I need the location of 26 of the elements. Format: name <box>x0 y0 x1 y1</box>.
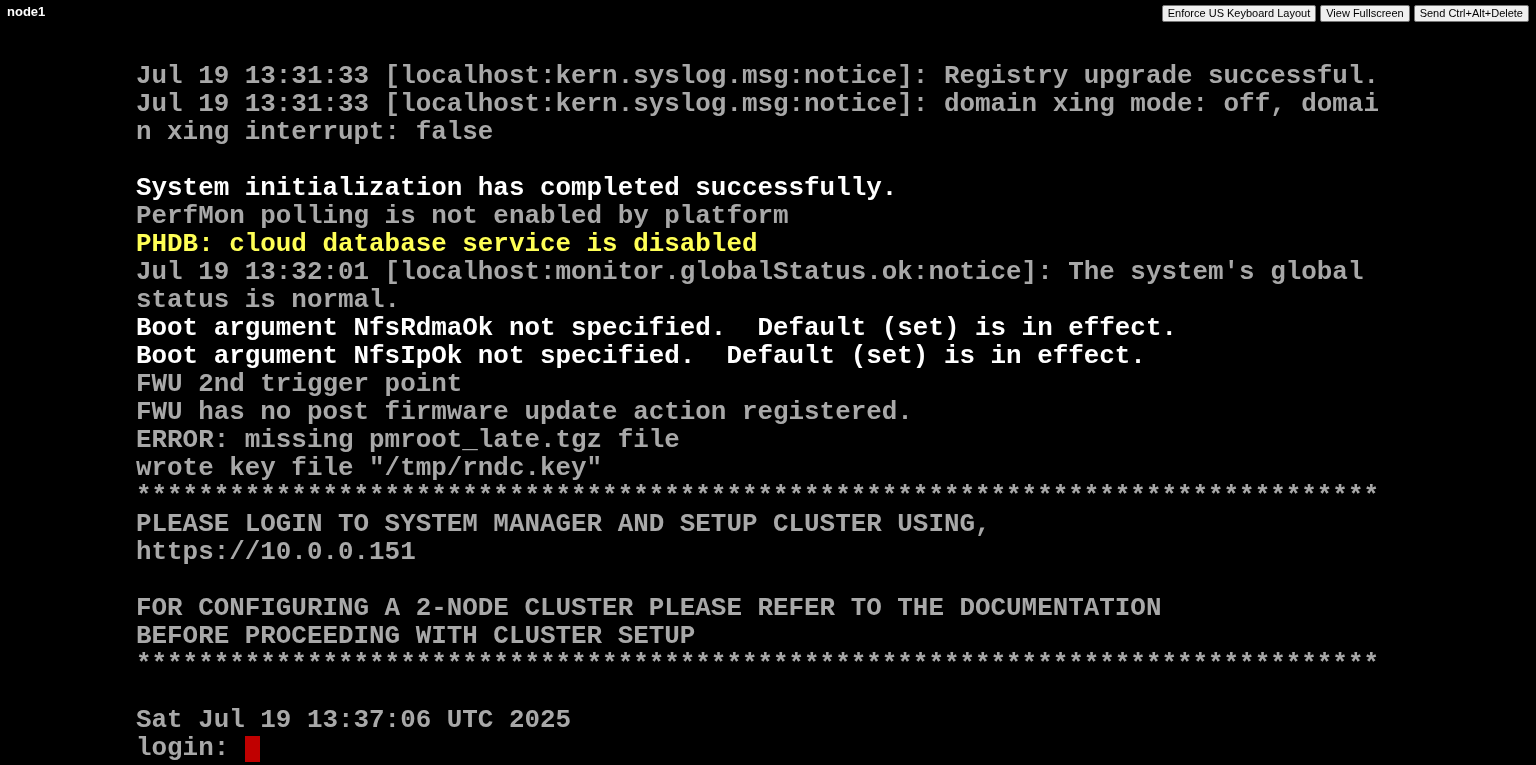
console-line: PerfMon polling is not enabled by platform <box>136 202 789 230</box>
console-line: https://10.0.0.151 <box>136 538 416 566</box>
console-line: Jul 19 13:31:33 [localhost:kern.syslog.msg:notice]: Registry upgrade successful. <box>136 62 1379 90</box>
console-line: System initialization has completed successfully. <box>136 174 898 202</box>
console-line: ERROR: missing pmroot_late.tgz file <box>136 426 680 454</box>
console-line: Jul 19 13:31:33 [localhost:kern.syslog.msg:notice]: domain xing mode: off, domai <box>136 90 1379 118</box>
console-line: BEFORE PROCEEDING WITH CLUSTER SETUP <box>136 622 696 650</box>
console-line: ******************************************************************************** <box>136 650 1379 678</box>
console-line: Boot argument NfsIpOk not specified. Default (set) is in effect. <box>136 342 1146 370</box>
console-line: wrote key file "/tmp/rndc.key" <box>136 454 603 482</box>
toolbar-button[interactable]: Enforce US Keyboard Layout <box>1161 5 1317 22</box>
console-line: n xing interrupt: false <box>136 118 494 146</box>
console-line: PHDB: cloud database service is disabled <box>136 230 758 258</box>
console-line: Boot argument NfsRdmaOk not specified. Default (set) is in effect. <box>136 314 1177 342</box>
console-line: ******************************************************************************** <box>136 482 1379 510</box>
console-line: Jul 19 13:32:01 [localhost:monitor.globalStatus.ok:notice]: The system's global <box>136 258 1364 286</box>
console-line: status is normal. <box>136 286 401 314</box>
toolbar-button[interactable]: Send Ctrl+Alt+Delete <box>1413 5 1529 22</box>
console-line: FWU has no post firmware update action registered. <box>136 398 913 426</box>
console-line: Sat Jul 19 13:37:06 UTC 2025 <box>136 706 572 734</box>
console-line: FOR CONFIGURING A 2-NODE CLUSTER PLEASE REFER TO THE DOCUMENTATION <box>136 594 1162 622</box>
console-line: PLEASE LOGIN TO SYSTEM MANAGER AND SETUP CLUSTER USING, <box>136 510 991 538</box>
window-title: node1 <box>7 5 46 19</box>
toolbar-button[interactable]: View Fullscreen <box>1320 5 1410 22</box>
console-line: FWU 2nd trigger point <box>136 370 463 398</box>
login-prompt: login: <box>136 734 231 762</box>
